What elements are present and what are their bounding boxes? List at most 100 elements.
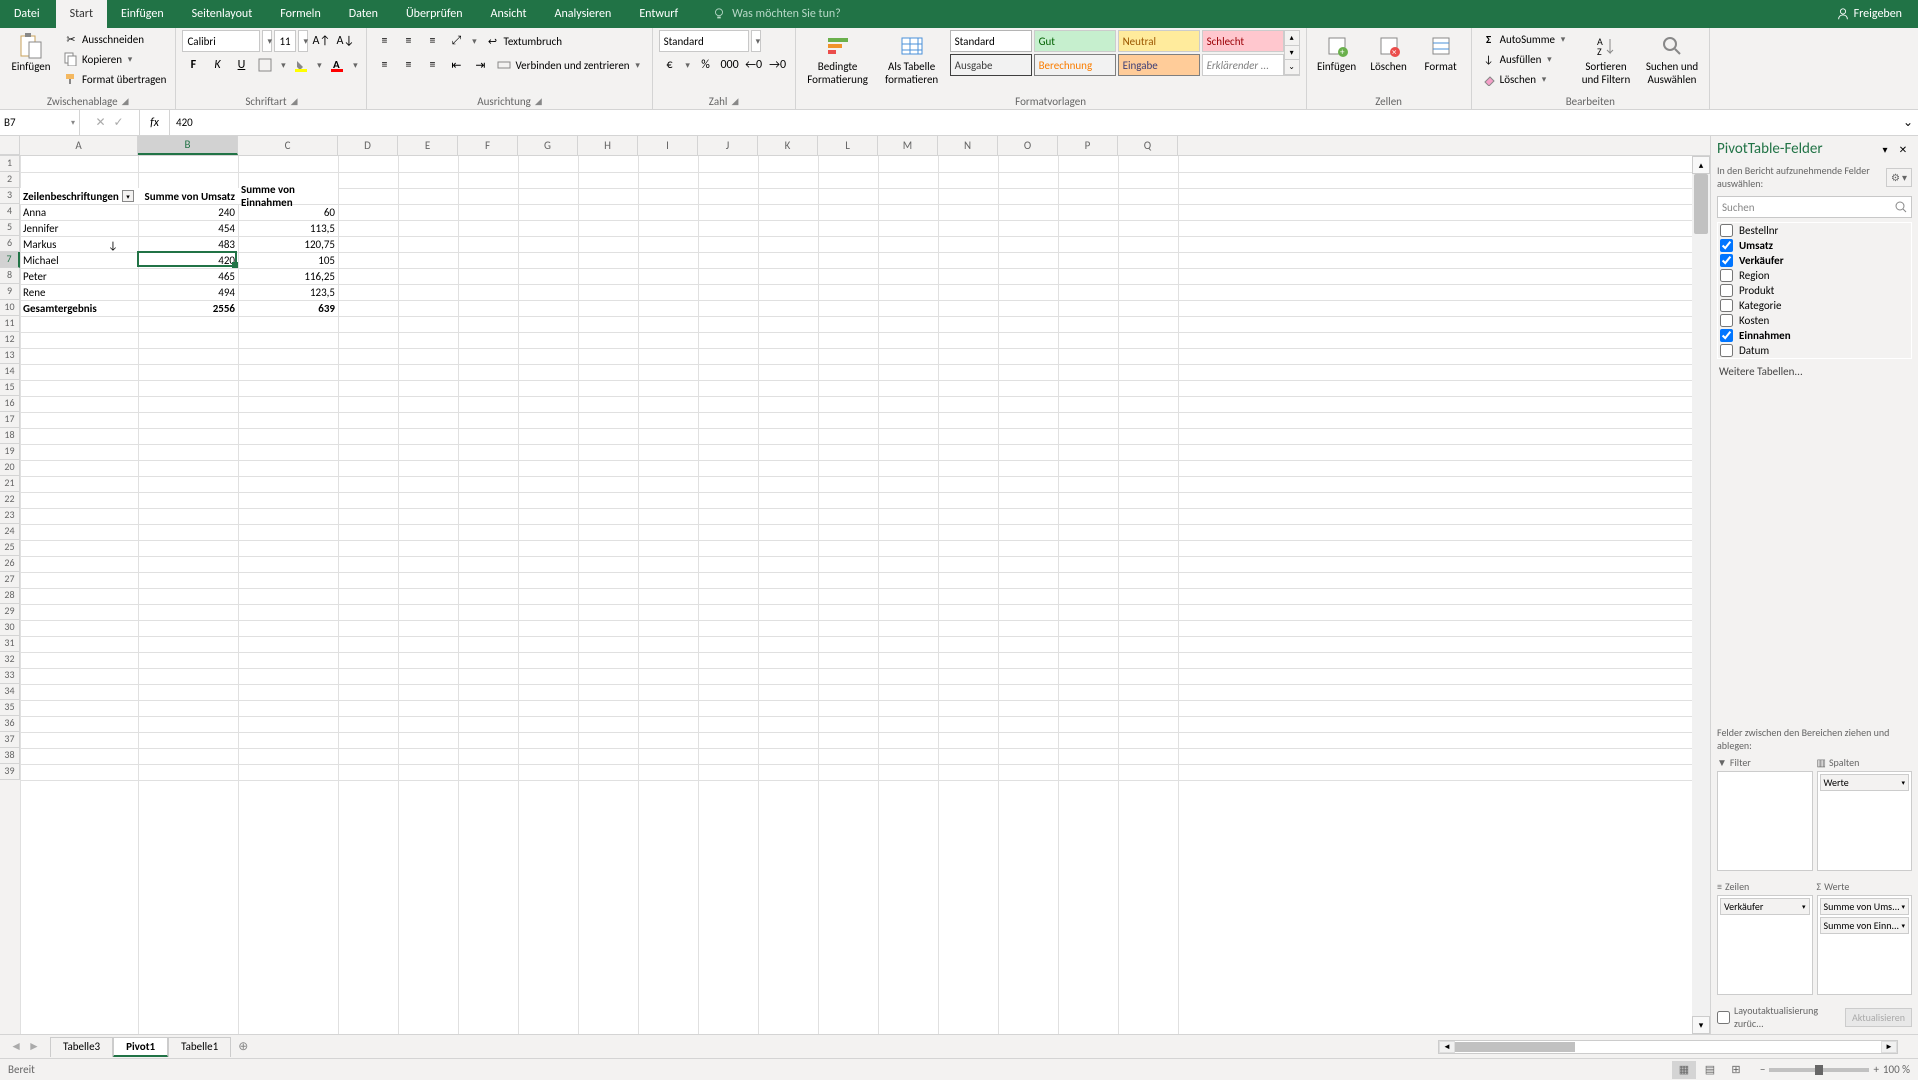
column-header-F[interactable]: F [458, 136, 518, 155]
defer-layout-checkbox[interactable] [1717, 1011, 1730, 1024]
font-name-input[interactable]: Calibri [182, 30, 260, 52]
row-header-18[interactable]: 18 [0, 428, 20, 444]
sheet-nav-prev[interactable]: ◄ [10, 1039, 22, 1054]
column-header-C[interactable]: C [238, 136, 338, 155]
fill-color-dropdown[interactable]: ▾ [314, 54, 324, 76]
underline-button[interactable]: U [230, 54, 252, 76]
row-header-12[interactable]: 12 [0, 332, 20, 348]
font-launcher[interactable]: ◢ [291, 96, 298, 107]
cut-button[interactable]: ✂Ausschneiden [60, 30, 169, 48]
sheet-tab-tabelle3[interactable]: Tabelle3 [50, 1037, 113, 1057]
row-header-36[interactable]: 36 [0, 716, 20, 732]
conditional-formatting-button[interactable]: Bedingte Formatierung [802, 30, 874, 88]
field-list-settings-dropdown[interactable]: ▾ [1876, 140, 1894, 158]
page-break-view-button[interactable]: ⊞ [1724, 1061, 1748, 1079]
vertical-scrollbar[interactable]: ▴▾ [1692, 156, 1710, 1034]
more-tables-link[interactable]: Weitere Tabellen... [1719, 365, 1910, 378]
row-header-32[interactable]: 32 [0, 652, 20, 668]
area-rows-item[interactable]: Verkäufer▾ [1720, 898, 1810, 915]
cell-grid[interactable]: ZeilenbeschriftungenSumme von UmsatzSumm… [20, 156, 1692, 1034]
fx-button[interactable]: fx [140, 110, 170, 135]
column-header-N[interactable]: N [938, 136, 998, 155]
row-header-19[interactable]: 19 [0, 444, 20, 460]
font-size-dropdown[interactable]: ▾ [298, 30, 308, 52]
column-header-K[interactable]: K [758, 136, 818, 155]
find-select-button[interactable]: Suchen und Auswählen [1641, 30, 1703, 88]
column-header-Q[interactable]: Q [1118, 136, 1178, 155]
row-header-13[interactable]: 13 [0, 348, 20, 364]
format-cells-button[interactable]: Format [1417, 30, 1465, 75]
row-header-25[interactable]: 25 [0, 540, 20, 556]
sort-filter-button[interactable]: AZSortieren und Filtern [1575, 30, 1637, 88]
field-label[interactable]: Umsatz [1739, 239, 1773, 252]
column-header-P[interactable]: P [1058, 136, 1118, 155]
area-columns-box[interactable]: Werte▾ [1817, 771, 1913, 871]
field-list-close-button[interactable]: ✕ [1894, 140, 1912, 158]
clear-button[interactable]: Löschen▾ [1478, 70, 1571, 88]
font-color-dropdown[interactable]: ▾ [350, 54, 360, 76]
orientation-button[interactable]: ⤢ [445, 30, 467, 52]
format-painter-button[interactable]: Format übertragen [60, 70, 169, 88]
formula-input[interactable]: 420 [170, 110, 1898, 135]
column-header-B[interactable]: B [138, 136, 238, 155]
tab-seitenlayout[interactable]: Seitenlayout [178, 0, 267, 28]
column-header-A[interactable]: A [20, 136, 138, 155]
row-header-26[interactable]: 26 [0, 556, 20, 572]
column-header-D[interactable]: D [338, 136, 398, 155]
row-header-17[interactable]: 17 [0, 412, 20, 428]
row-header-27[interactable]: 27 [0, 572, 20, 588]
row-header-6[interactable]: 6 [0, 236, 20, 252]
share-button[interactable]: Freigeben [1820, 7, 1918, 21]
tab-start[interactable]: Start [56, 0, 107, 28]
style-schlecht[interactable]: Schlecht [1202, 30, 1284, 52]
font-color-button[interactable]: A [326, 54, 348, 76]
style-berechnung[interactable]: Berechnung [1034, 54, 1116, 76]
row-header-14[interactable]: 14 [0, 364, 20, 380]
row-header-22[interactable]: 22 [0, 492, 20, 508]
row-header-11[interactable]: 11 [0, 316, 20, 332]
align-center-button[interactable]: ≡ [397, 54, 419, 76]
column-header-I[interactable]: I [638, 136, 698, 155]
row-header-34[interactable]: 34 [0, 684, 20, 700]
row-header-2[interactable]: 2 [0, 172, 20, 188]
zoom-out-button[interactable]: − [1760, 1063, 1765, 1076]
align-launcher[interactable]: ◢ [535, 96, 542, 107]
align-right-button[interactable]: ≡ [421, 54, 443, 76]
field-label[interactable]: Einnahmen [1739, 329, 1791, 342]
bold-button[interactable]: F [182, 54, 204, 76]
number-format-dropdown[interactable]: ▾ [751, 30, 761, 52]
formula-expand-button[interactable]: ⌄ [1898, 110, 1918, 135]
tab-entwurf[interactable]: Entwurf [625, 0, 692, 28]
number-launcher[interactable]: ◢ [731, 96, 738, 107]
tab-analysieren[interactable]: Analysieren [541, 0, 626, 28]
insert-cells-button[interactable]: +Einfügen [1313, 30, 1361, 75]
row-header-15[interactable]: 15 [0, 380, 20, 396]
wrap-text-button[interactable]: ↩Textumbruch [481, 32, 565, 50]
column-header-O[interactable]: O [998, 136, 1058, 155]
clipboard-launcher[interactable]: ◢ [122, 96, 129, 107]
area-values-item[interactable]: Summe von Einn...▾ [1820, 917, 1910, 934]
fill-button[interactable]: ↓Ausfüllen▾ [1478, 50, 1571, 68]
font-name-dropdown[interactable]: ▾ [262, 30, 272, 52]
field-label[interactable]: Region [1739, 269, 1770, 282]
row-header-1[interactable]: 1 [0, 156, 20, 172]
tab-datei[interactable]: Datei [0, 0, 54, 28]
field-list-tools-button[interactable]: ⚙▾ [1886, 168, 1912, 187]
zoom-in-button[interactable]: + [1873, 1063, 1878, 1076]
sheet-tab-pivot1[interactable]: Pivot1 [113, 1037, 168, 1057]
field-checkbox-region[interactable] [1720, 269, 1733, 282]
area-columns-item[interactable]: Werte▾ [1820, 774, 1910, 791]
row-header-8[interactable]: 8 [0, 268, 20, 284]
paste-button[interactable]: Einfügen [6, 30, 56, 75]
style-ausgabe[interactable]: Ausgabe [950, 54, 1032, 76]
autosum-button[interactable]: ΣAutoSumme▾ [1478, 30, 1571, 48]
currency-button[interactable]: € [659, 54, 681, 76]
increase-font-button[interactable]: A↑ [310, 30, 332, 52]
field-label[interactable]: Kosten [1739, 314, 1769, 327]
font-size-input[interactable]: 11 [274, 30, 296, 52]
field-label[interactable]: Verkäufer [1739, 254, 1784, 267]
row-header-39[interactable]: 39 [0, 764, 20, 780]
column-header-G[interactable]: G [518, 136, 578, 155]
field-search-input[interactable]: Suchen [1717, 196, 1912, 218]
increase-decimal-button[interactable]: ←0 [743, 54, 765, 76]
